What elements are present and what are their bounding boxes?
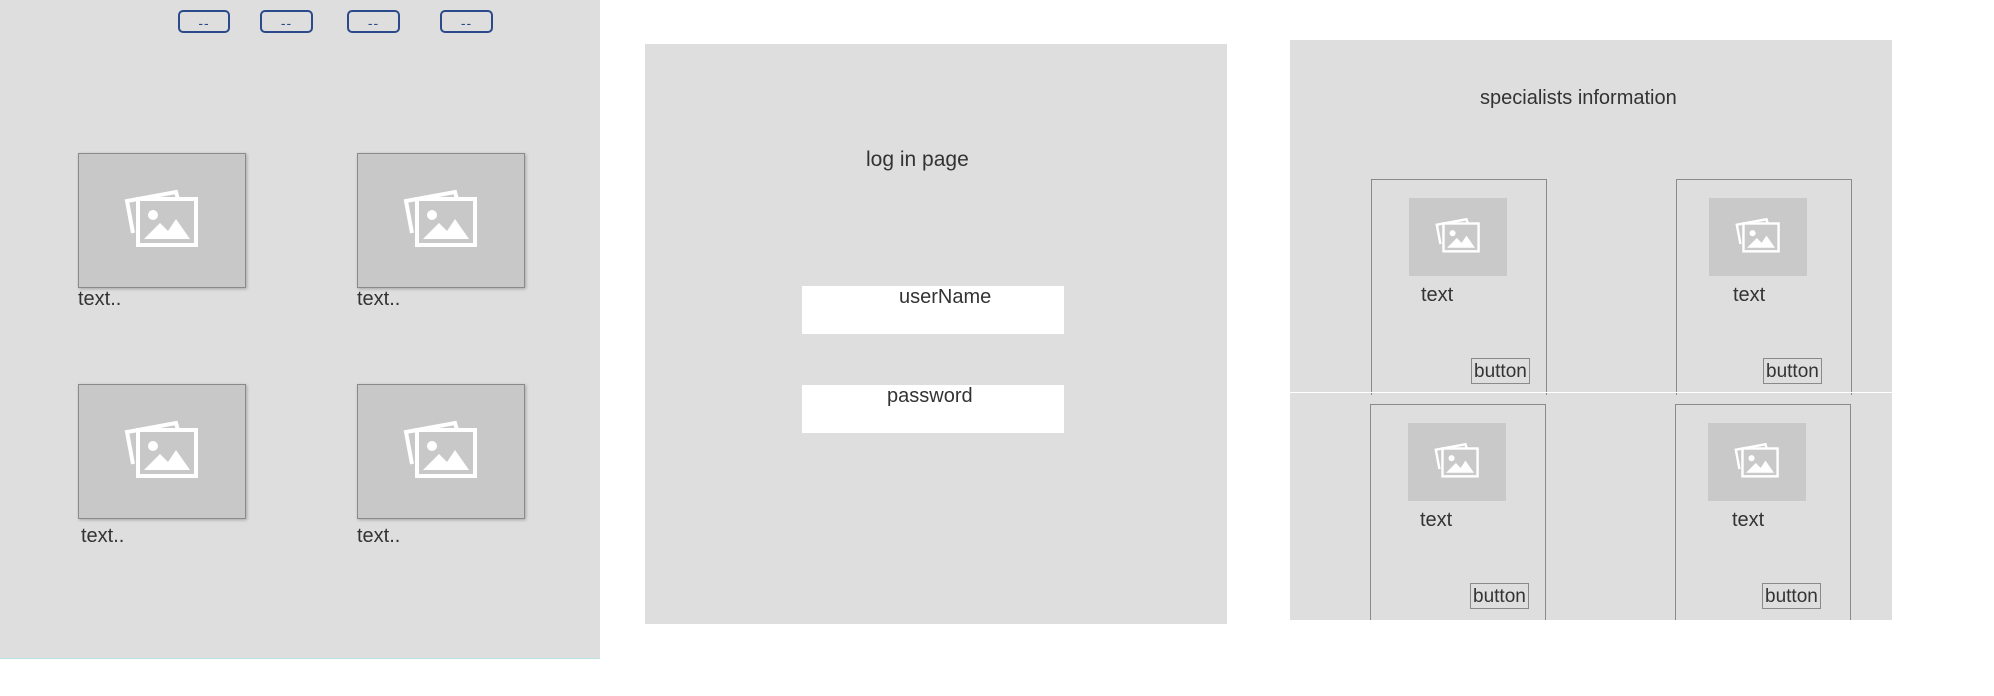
- login-wireframe-panel: log in page userName password: [645, 44, 1227, 624]
- specialists-title: specialists information: [1480, 87, 1677, 109]
- specialist-button-1[interactable]: button: [1471, 358, 1530, 384]
- specialist-image-4: [1708, 423, 1806, 501]
- username-label: userName: [899, 286, 992, 308]
- specialist-image-1: [1409, 198, 1507, 276]
- image-placeholder-icon: [1435, 216, 1481, 259]
- specialist-card-3: text button: [1370, 404, 1546, 620]
- image-placeholder-icon: [124, 187, 200, 254]
- gallery-caption-2: text..: [357, 288, 401, 310]
- image-placeholder-icon: [1735, 216, 1781, 259]
- nav-button-4[interactable]: --: [440, 10, 493, 33]
- image-placeholder-icon: [403, 187, 479, 254]
- home-wireframe-panel: -- -- -- -- text.. text.. text.. text..: [0, 0, 600, 659]
- gallery-image-3[interactable]: [78, 384, 246, 519]
- nav-button-2[interactable]: --: [260, 10, 313, 33]
- specialist-image-3: [1408, 423, 1506, 501]
- specialist-button-2[interactable]: button: [1763, 358, 1822, 384]
- image-placeholder-icon: [1734, 441, 1780, 484]
- specialist-button-4[interactable]: button: [1762, 583, 1821, 609]
- specialist-card-2: text button: [1676, 179, 1852, 395]
- gallery-image-2[interactable]: [357, 153, 525, 288]
- specialist-text-1: text: [1421, 284, 1454, 306]
- specialist-card-1: text button: [1371, 179, 1547, 395]
- gallery-image-1[interactable]: [78, 153, 246, 288]
- image-placeholder-icon: [1434, 441, 1480, 484]
- specialist-card-4: text button: [1675, 404, 1851, 620]
- specialist-text-3: text: [1420, 509, 1453, 531]
- gallery-image-4[interactable]: [357, 384, 525, 519]
- gallery-caption-4: text..: [357, 525, 401, 547]
- nav-button-1[interactable]: --: [178, 10, 230, 33]
- login-page-title: log in page: [866, 148, 969, 171]
- nav-button-3[interactable]: --: [347, 10, 400, 33]
- section-divider: [1290, 392, 1892, 393]
- gallery-caption-1: text..: [78, 288, 122, 310]
- password-label: password: [887, 385, 973, 407]
- password-field[interactable]: password: [802, 385, 1064, 433]
- specialists-wireframe-panel: specialists information text button text…: [1290, 40, 1892, 620]
- specialist-text-2: text: [1733, 284, 1766, 306]
- gallery-caption-3: text..: [81, 525, 125, 547]
- image-placeholder-icon: [403, 418, 479, 485]
- specialist-image-2: [1709, 198, 1807, 276]
- image-placeholder-icon: [124, 418, 200, 485]
- username-field[interactable]: userName: [802, 286, 1064, 334]
- specialist-button-3[interactable]: button: [1470, 583, 1529, 609]
- specialist-text-4: text: [1732, 509, 1765, 531]
